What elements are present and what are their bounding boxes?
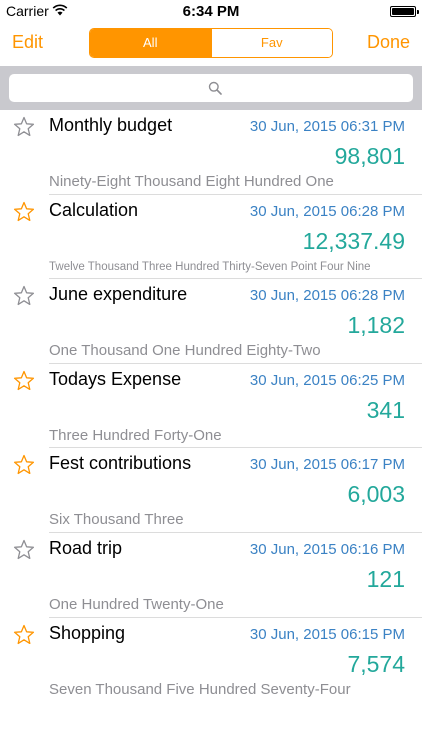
segment-all[interactable]: All	[90, 29, 211, 57]
segmented-control: All Fav	[89, 28, 333, 58]
list-item[interactable]: Shopping 30 Jun, 2015 06:15 PM 7,574 Sev…	[0, 618, 422, 703]
list-item[interactable]: Todays Expense 30 Jun, 2015 06:25 PM 341…	[0, 364, 422, 449]
edit-button[interactable]: Edit	[12, 32, 43, 53]
list-item[interactable]: Monthly budget 30 Jun, 2015 06:31 PM 98,…	[0, 110, 422, 195]
list-item[interactable]: Calculation 30 Jun, 2015 06:28 PM 12,337…	[0, 195, 422, 280]
status-bar: Carrier 6:34 PM	[0, 0, 422, 22]
status-time: 6:34 PM	[182, 3, 240, 20]
item-amount-words: Seven Thousand Five Hundred Seventy-Four	[49, 680, 351, 698]
item-amount: 121	[366, 565, 405, 592]
battery-icon	[390, 6, 419, 17]
item-amount: 7,574	[347, 650, 405, 677]
item-date: 30 Jun, 2015 06:15 PM	[249, 625, 405, 643]
star-icon[interactable]	[12, 623, 36, 647]
item-title: Fest contributions	[49, 453, 192, 474]
item-amount-words: Twelve Thousand Three Hundred Thirty-Sev…	[49, 260, 371, 273]
star-icon[interactable]	[12, 115, 36, 139]
item-amount: 6,003	[347, 481, 405, 508]
item-title: Calculation	[49, 199, 139, 220]
item-date: 30 Jun, 2015 06:31 PM	[249, 118, 405, 135]
item-amount: 98,801	[334, 143, 405, 169]
segment-fav[interactable]: Fav	[210, 29, 332, 57]
item-amount-words: One Thousand One Hundred Eighty-Two	[49, 342, 321, 360]
item-amount: 1,182	[347, 312, 405, 339]
search-input[interactable]	[9, 74, 413, 102]
star-icon[interactable]	[12, 369, 36, 393]
item-date: 30 Jun, 2015 06:16 PM	[249, 540, 405, 558]
item-title: Monthly budget	[49, 115, 173, 135]
item-amount: 12,337.49	[302, 227, 405, 254]
list-item[interactable]: Road trip 30 Jun, 2015 06:16 PM 121 One …	[0, 533, 422, 618]
item-amount-words: Six Thousand Three	[49, 511, 184, 529]
search-icon	[208, 81, 222, 95]
item-title: June expenditure	[49, 284, 188, 305]
star-icon[interactable]	[12, 200, 36, 224]
item-date: 30 Jun, 2015 06:28 PM	[249, 202, 405, 220]
item-date: 30 Jun, 2015 06:17 PM	[249, 456, 405, 474]
item-amount-words: Three Hundred Forty-One	[49, 426, 222, 444]
item-title: Todays Expense	[49, 368, 182, 389]
item-amount-words: Ninety-Eight Thousand Eight Hundred One	[49, 173, 334, 190]
item-amount-words: One Hundred Twenty-One	[49, 595, 224, 613]
navigation-bar: Edit All Fav Done	[0, 22, 422, 66]
item-amount: 341	[366, 396, 405, 423]
done-button[interactable]: Done	[367, 32, 410, 53]
star-icon[interactable]	[12, 284, 36, 308]
search-bar	[0, 66, 422, 110]
item-title: Road trip	[49, 537, 123, 558]
item-date: 30 Jun, 2015 06:25 PM	[249, 371, 405, 389]
list-item[interactable]: Fest contributions 30 Jun, 2015 06:17 PM…	[0, 448, 422, 533]
list-item[interactable]: June expenditure 30 Jun, 2015 06:28 PM 1…	[0, 279, 422, 364]
star-icon[interactable]	[12, 453, 36, 477]
records-list: Monthly budget 30 Jun, 2015 06:31 PM 98,…	[0, 110, 422, 702]
item-title: Shopping	[49, 622, 126, 643]
star-icon[interactable]	[12, 538, 36, 562]
item-date: 30 Jun, 2015 06:28 PM	[249, 287, 405, 305]
